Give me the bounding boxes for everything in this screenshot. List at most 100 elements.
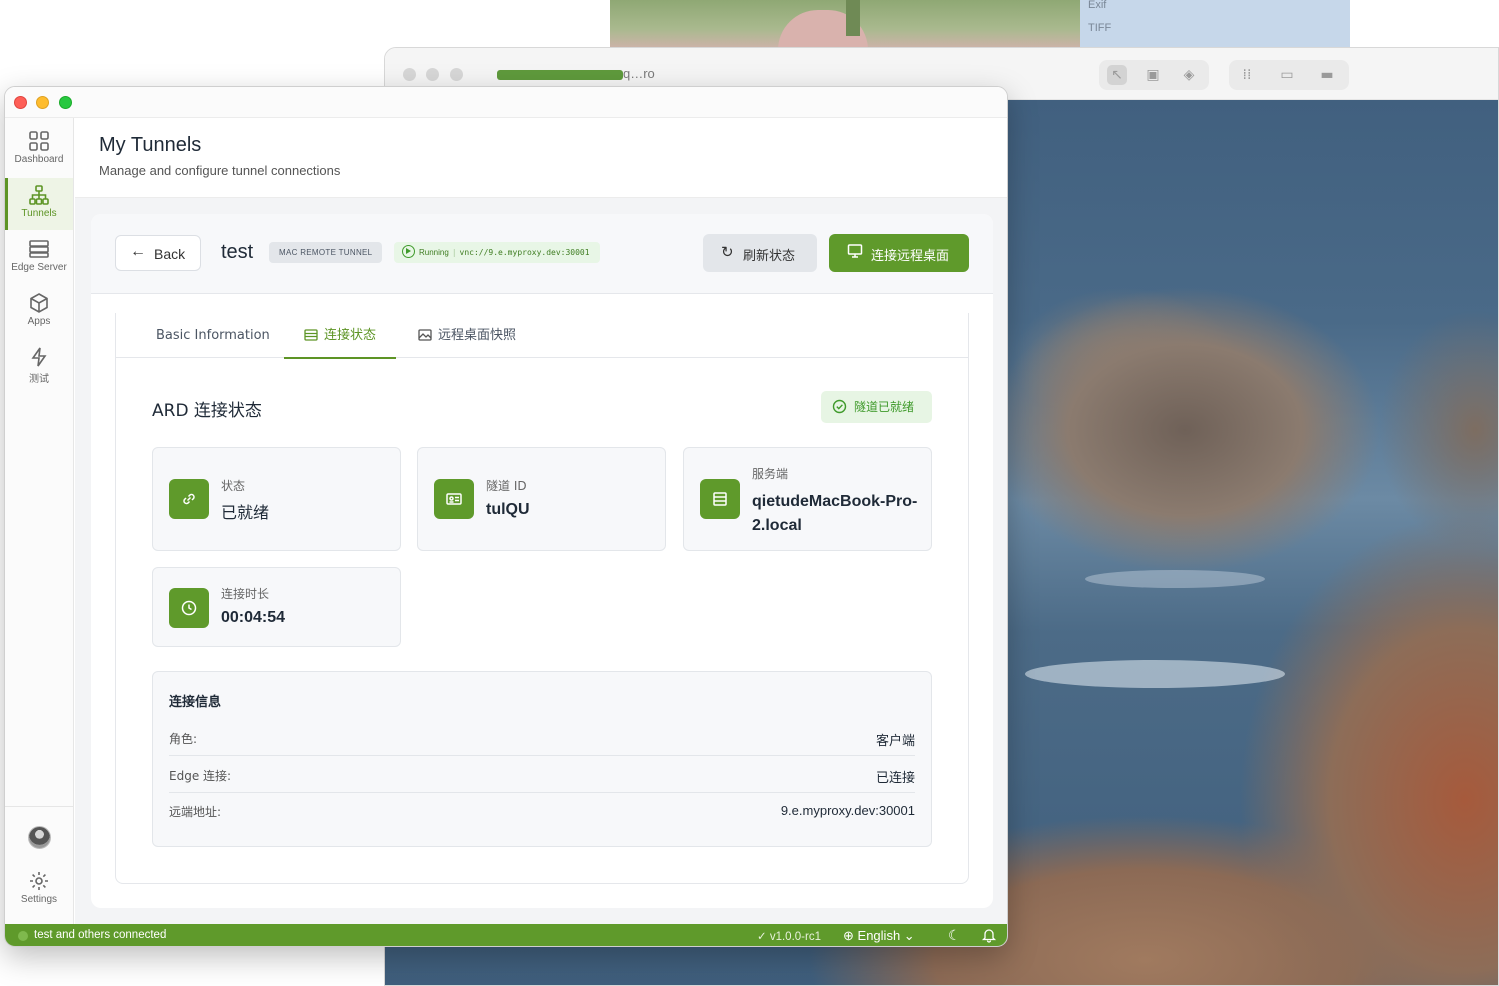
stat-value: qietudeMacBook-Pro-2.local bbox=[752, 493, 918, 534]
info-value: 已连接 bbox=[875, 770, 915, 785]
stat-icon-box bbox=[169, 479, 209, 519]
stat-card-tunnel-id: 隧道 ID tulQU bbox=[417, 447, 666, 551]
info-key: 角色: bbox=[169, 732, 198, 746]
sidebar-item-label: Edge Server bbox=[11, 262, 67, 273]
section-title: ARD 连接状态 bbox=[152, 401, 262, 421]
avatar[interactable] bbox=[28, 826, 51, 849]
sidebar: Dashboard Tunnels Edge Server Apps 测试 Se… bbox=[5, 118, 74, 924]
bg-close-dot bbox=[403, 68, 416, 81]
stat-card-server: 服务端 qietudeMacBook-Pro-2.local bbox=[683, 447, 932, 551]
info-row-edge: Edge 连接: 已连接 bbox=[169, 757, 915, 793]
tunnel-url: vnc://9.e.myproxy.dev:30001 bbox=[459, 248, 590, 257]
mist bbox=[1085, 570, 1265, 588]
tab-connection-status[interactable]: 连接状态 bbox=[284, 313, 397, 359]
layers-icon[interactable]: ◈ bbox=[1179, 65, 1199, 85]
monitor-icon bbox=[847, 244, 863, 258]
sidebar-item-apps[interactable]: Apps bbox=[5, 286, 73, 338]
tab-remote-snapshot[interactable]: 远程桌面快照 bbox=[418, 313, 516, 359]
bg-min-dot bbox=[426, 68, 439, 81]
link-icon bbox=[183, 493, 195, 505]
connection-dot-icon bbox=[18, 931, 28, 941]
status-bar: test and others connected ✓ v1.0.0-rc1 ⊕… bbox=[5, 924, 1007, 946]
stat-card-status: 状态 已就绪 bbox=[152, 447, 401, 551]
page-header: My Tunnels Manage and configure tunnel c… bbox=[75, 118, 1007, 198]
redacted-block bbox=[497, 69, 623, 80]
adjust-icon[interactable]: ▣ bbox=[1143, 65, 1163, 85]
stat-icon-box bbox=[169, 588, 209, 628]
chevron-down-icon: ⌄ bbox=[903, 928, 915, 943]
mist bbox=[1025, 660, 1285, 688]
stat-label: 状态 bbox=[221, 479, 246, 493]
tunnel-name: test bbox=[221, 241, 254, 263]
tunnel-app-window: Dashboard Tunnels Edge Server Apps 测试 Se… bbox=[4, 86, 1008, 947]
version-label: ✓ v1.0.0-rc1 bbox=[757, 931, 821, 943]
sidebar-item-test[interactable]: 测试 bbox=[5, 340, 73, 392]
tab-basic-information[interactable]: Basic Information bbox=[156, 313, 270, 359]
refresh-icon: ↻ bbox=[721, 243, 734, 261]
info-row-role: 角色: 客户端 bbox=[169, 720, 915, 756]
minimize-window-button[interactable] bbox=[36, 96, 49, 109]
background-stem bbox=[846, 0, 860, 36]
stat-value: 00:04:54 bbox=[221, 609, 286, 626]
gear-icon bbox=[30, 872, 48, 890]
stat-label: 隧道 ID bbox=[486, 479, 527, 493]
tunnel-type-badge: MAC REMOTE TUNNEL bbox=[269, 242, 383, 263]
back-button[interactable]: ← Back bbox=[115, 235, 201, 271]
window-titlebar bbox=[5, 87, 1007, 118]
info-value: 9.e.myproxy.dev:30001 bbox=[780, 803, 915, 818]
maximize-window-button[interactable] bbox=[59, 96, 72, 109]
stat-icon-box bbox=[700, 479, 740, 519]
panel-view-icon[interactable]: ▬ bbox=[1317, 65, 1337, 85]
sidebar-item-settings[interactable]: Settings bbox=[5, 866, 73, 912]
server-icon bbox=[29, 240, 49, 258]
stat-value: tulQU bbox=[486, 501, 530, 518]
bg-window-title: q…ro bbox=[493, 66, 655, 81]
stat-icon-box bbox=[434, 479, 474, 519]
page-title: My Tunnels bbox=[99, 134, 202, 156]
clock-icon bbox=[181, 600, 197, 616]
info-key: Edge 连接: bbox=[169, 769, 232, 783]
stat-label: 服务端 bbox=[752, 467, 789, 481]
stat-label: 连接时长 bbox=[221, 587, 270, 601]
globe-icon: ⊕ bbox=[843, 928, 854, 943]
status-badge: Running | vnc://9.e.myproxy.dev:30001 bbox=[394, 242, 600, 263]
grid-view-icon[interactable]: ⁞⁞ bbox=[1237, 65, 1257, 85]
play-icon bbox=[402, 245, 415, 258]
connect-remote-desktop-button[interactable]: 连接远程桌面 bbox=[829, 234, 969, 272]
sidebar-item-label: 测试 bbox=[29, 374, 49, 385]
bg-toolbar-group-2: ⁞⁞ ▭ ▬ bbox=[1229, 60, 1349, 90]
info-row-remote-address: 远端地址: 9.e.myproxy.dev:30001 bbox=[169, 793, 915, 829]
stat-value: 已就绪 bbox=[221, 503, 270, 522]
page-subtitle: Manage and configure tunnel connections bbox=[99, 163, 341, 178]
list-icon bbox=[304, 328, 318, 341]
pointer-icon[interactable]: ↖ bbox=[1107, 65, 1127, 85]
image-icon bbox=[418, 328, 432, 341]
moon-icon[interactable]: ☾ bbox=[948, 927, 961, 944]
sidebar-item-label: Dashboard bbox=[14, 154, 64, 165]
settings-label: Settings bbox=[20, 894, 58, 905]
id-card-icon bbox=[446, 493, 462, 505]
arrow-left-icon: ← bbox=[130, 243, 146, 260]
bg-toolbar-group: ↖ ▣ ◈ bbox=[1099, 60, 1209, 90]
refresh-status-button[interactable]: ↻ 刷新状态 bbox=[703, 234, 817, 272]
tunnel-ready-badge: 隧道已就绪 bbox=[821, 391, 932, 423]
bell-icon[interactable] bbox=[981, 927, 997, 943]
exif-item: TIFF bbox=[1088, 22, 1112, 34]
stat-card-duration: 连接时长 00:04:54 bbox=[152, 567, 401, 647]
bg-max-dot bbox=[450, 68, 463, 81]
network-icon bbox=[29, 185, 49, 205]
bolt-icon bbox=[31, 347, 47, 367]
connection-status-text: test and others connected bbox=[34, 929, 167, 941]
info-value: 客户端 bbox=[875, 733, 915, 748]
sidebar-item-dashboard[interactable]: Dashboard bbox=[5, 124, 73, 176]
split-view-icon[interactable]: ▭ bbox=[1277, 65, 1297, 85]
connection-info-title: 连接信息 bbox=[169, 695, 222, 710]
grid-icon bbox=[29, 131, 49, 151]
sidebar-item-edge-server[interactable]: Edge Server bbox=[5, 232, 73, 284]
close-window-button[interactable] bbox=[14, 96, 27, 109]
sidebar-item-tunnels[interactable]: Tunnels bbox=[5, 178, 73, 230]
language-selector[interactable]: ⊕ English ⌄ bbox=[843, 928, 915, 944]
exif-item: Exif bbox=[1088, 0, 1107, 11]
server-icon bbox=[713, 492, 727, 506]
background-exif-panel: Exif TIFF bbox=[1080, 0, 1350, 48]
